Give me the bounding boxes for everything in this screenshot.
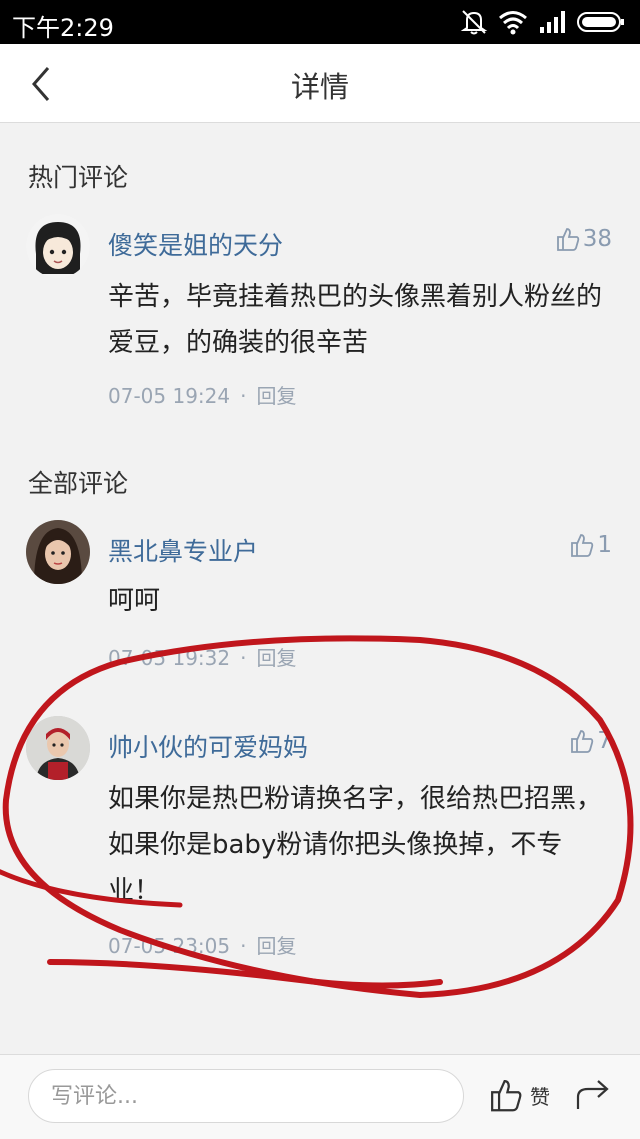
page-title: 详情 xyxy=(290,70,349,104)
status-time: 下午2:29 xyxy=(12,14,114,42)
avatar[interactable] xyxy=(26,214,90,278)
bottom-bar: 赞 xyxy=(0,1054,640,1139)
comment-item: 黑北鼻专业户 1 呵呵 07-05 19:32 · 回复 xyxy=(0,520,640,680)
share-icon[interactable] xyxy=(574,1077,612,1113)
meta-separator: · xyxy=(240,384,247,408)
like-count: 7 xyxy=(597,728,612,754)
comment-username[interactable]: 傻笑是姐的天分 xyxy=(108,226,283,262)
thumbs-up-icon xyxy=(571,730,594,753)
wifi-icon xyxy=(499,11,527,35)
signal-icon xyxy=(540,11,565,33)
comment-meta: 07-05 19:32 · 回复 xyxy=(108,642,296,671)
comment-meta: 07-05 23:05 · 回复 xyxy=(108,930,296,959)
avatar[interactable] xyxy=(26,716,90,780)
status-icons xyxy=(460,9,630,35)
like-button[interactable]: 赞 xyxy=(488,1077,550,1113)
comment-item: 帅小伙的可爱妈妈 7 如果你是热巴粉请换名字，很给热巴招黑，如果你是baby粉请… xyxy=(0,716,640,966)
reply-link[interactable]: 回复 xyxy=(256,384,296,408)
comment-text: 如果你是热巴粉请换名字，很给热巴招黑，如果你是baby粉请你把头像换掉，不专业！ xyxy=(108,784,603,906)
comment-time: 07-05 19:24 xyxy=(108,384,231,408)
comment-username[interactable]: 帅小伙的可爱妈妈 xyxy=(108,728,308,764)
like-count-button[interactable]: 38 xyxy=(555,226,612,252)
comment-text: 辛苦，毕竟挂着热巴的头像黑着别人粉丝的爱豆，的确装的很辛苦 xyxy=(108,282,603,358)
comment-meta: 07-05 19:24 · 回复 xyxy=(108,380,296,409)
like-count: 38 xyxy=(582,226,612,252)
status-bar: 下午2:29 xyxy=(0,0,640,44)
reply-link[interactable]: 回复 xyxy=(256,646,296,670)
comment-username[interactable]: 黑北鼻专业户 xyxy=(108,532,258,568)
reply-link[interactable]: 回复 xyxy=(256,934,296,958)
thumbs-up-icon xyxy=(556,228,579,251)
all-comments-heading: 全部评论 xyxy=(28,469,129,498)
like-count: 1 xyxy=(597,532,612,558)
meta-separator: · xyxy=(240,646,247,670)
battery-icon xyxy=(577,12,624,32)
avatar[interactable] xyxy=(26,520,90,584)
comment-time: 07-05 23:05 xyxy=(108,934,231,958)
like-count-button[interactable]: 1 xyxy=(569,532,612,558)
hot-comments-heading: 热门评论 xyxy=(28,163,129,192)
like-count-button[interactable]: 7 xyxy=(569,728,612,754)
thumbs-up-icon xyxy=(571,534,594,557)
meta-separator: · xyxy=(240,934,247,958)
like-label: 赞 xyxy=(530,1084,550,1109)
comment-text: 呵呵 xyxy=(108,586,161,616)
comment-input[interactable] xyxy=(28,1069,464,1123)
nav-bar: 详情 xyxy=(0,44,640,123)
thumbs-up-icon xyxy=(491,1080,522,1112)
comment-time: 07-05 19:32 xyxy=(108,646,231,670)
comment-item: 傻笑是姐的天分 38 辛苦，毕竟挂着热巴的头像黑着别人粉丝的爱豆，的确装的很辛苦… xyxy=(0,214,640,414)
mute-icon xyxy=(460,10,488,35)
